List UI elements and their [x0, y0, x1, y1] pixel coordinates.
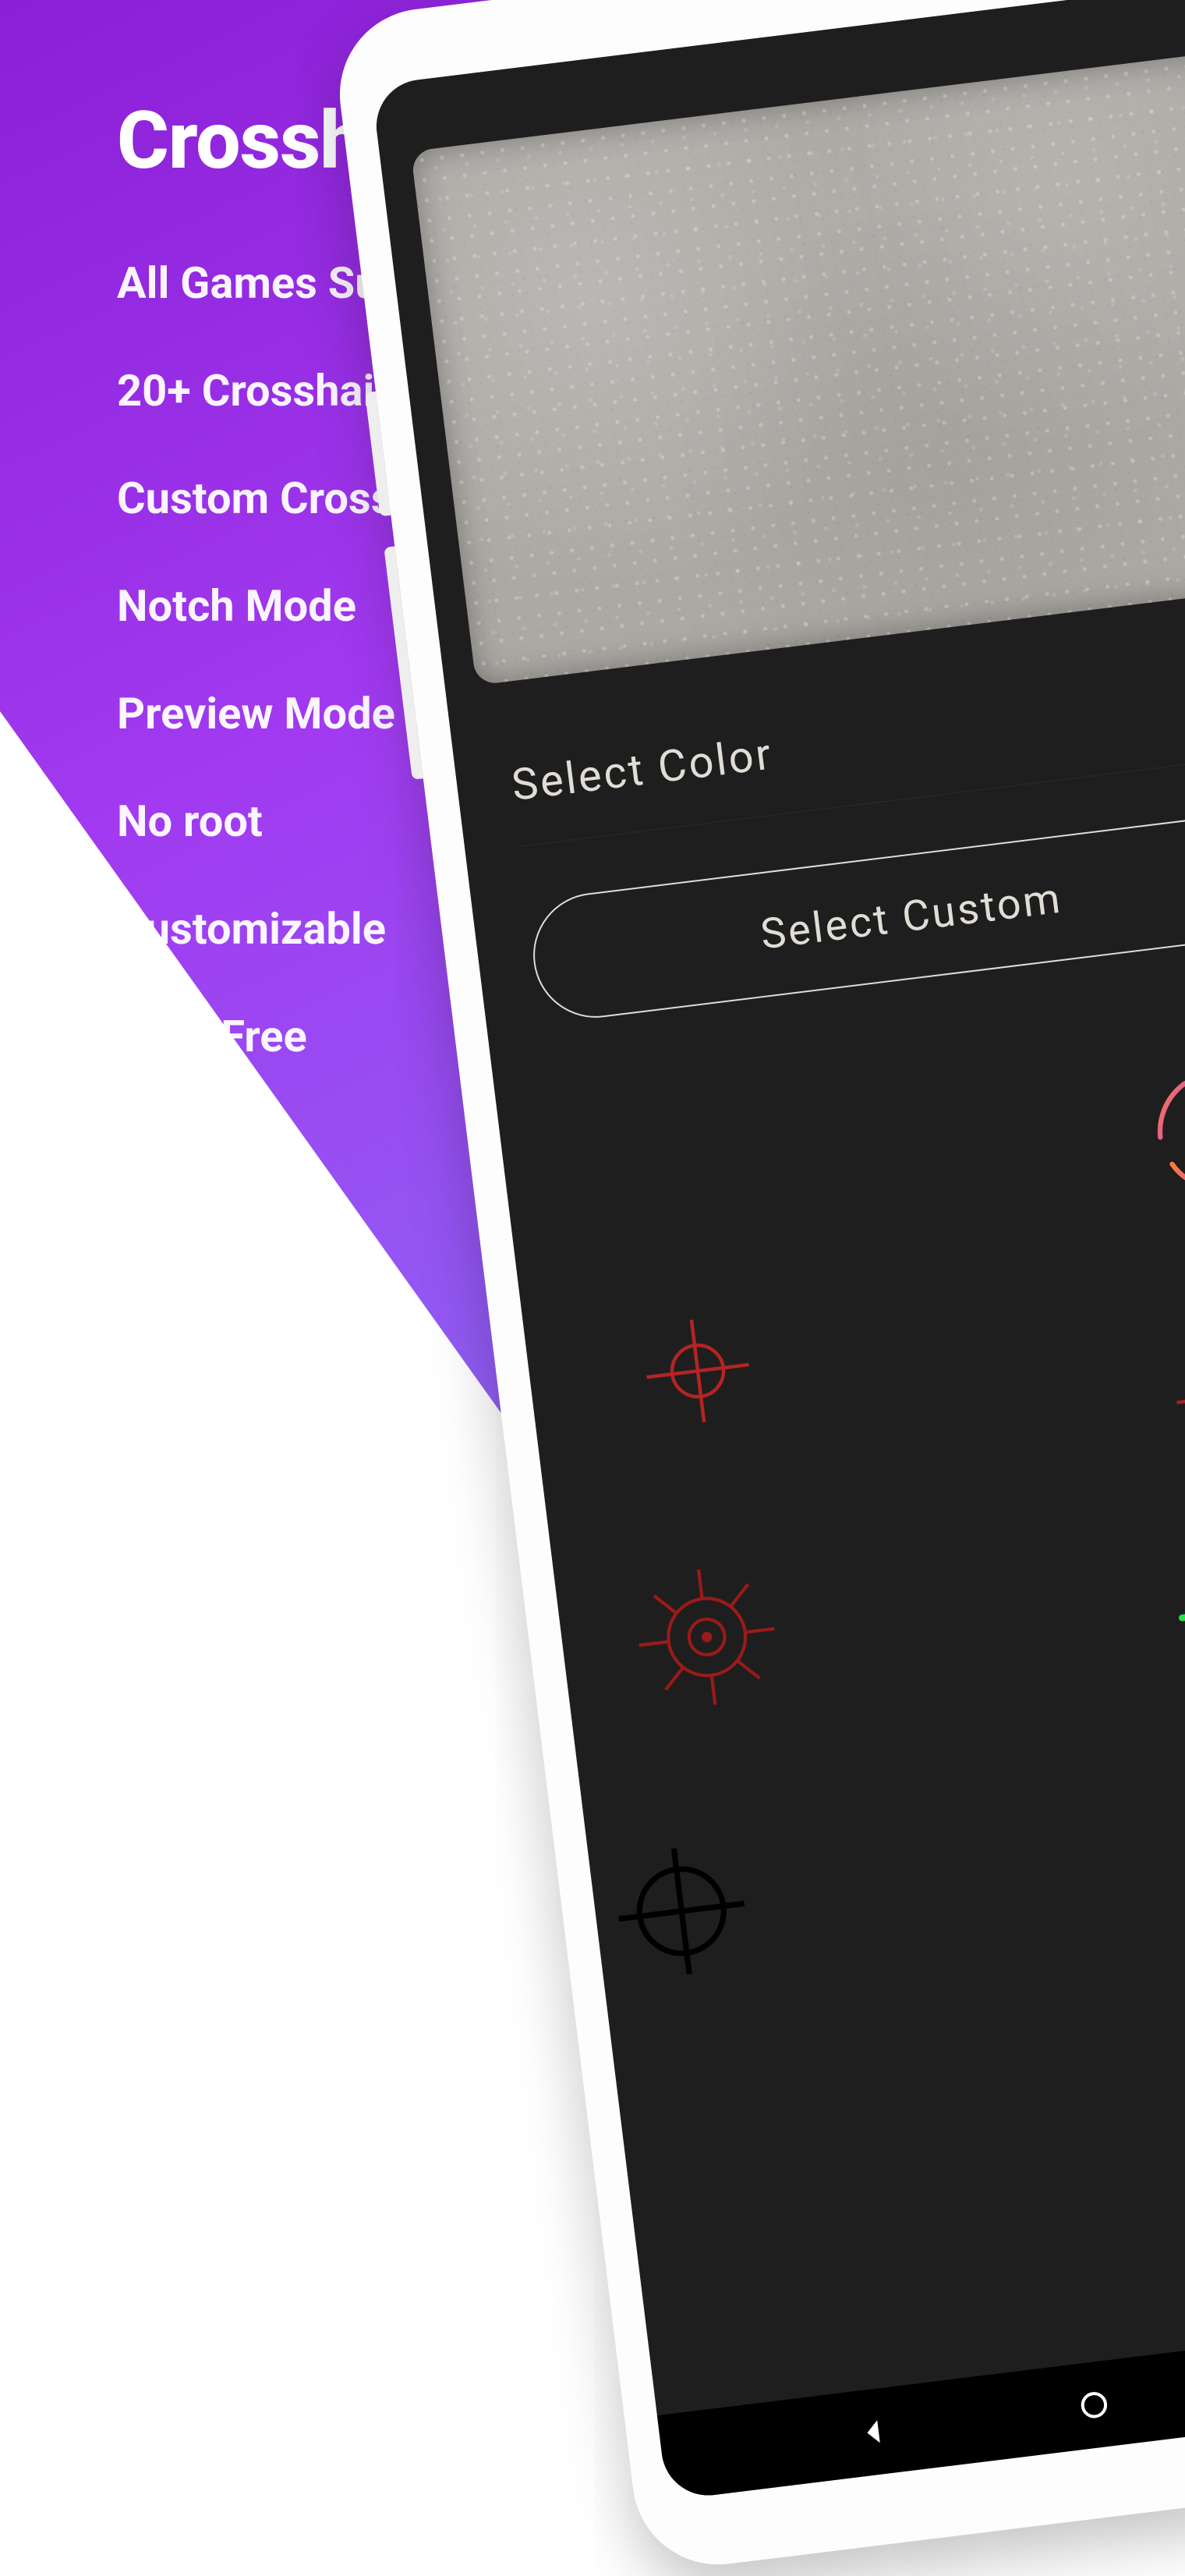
- crosshair-starburst-icon: [624, 1554, 790, 1720]
- section-label-select-color: Select Color: [509, 668, 1185, 811]
- nav-home-icon[interactable]: [1075, 2386, 1113, 2424]
- crosshair-option-6[interactable]: [603, 1833, 760, 1990]
- crosshair-option-3[interactable]: [1164, 1306, 1185, 1480]
- crosshair-scope-icon: [1164, 1306, 1185, 1480]
- crosshair-preview-area[interactable]: [411, 53, 1185, 686]
- crosshair-circle-cross-icon: [603, 1833, 760, 1990]
- crosshair-option-5[interactable]: [1161, 1537, 1185, 1685]
- crosshair-option-2[interactable]: [632, 1306, 762, 1436]
- crosshair-option-1[interactable]: [1141, 1052, 1185, 1209]
- nav-back-icon[interactable]: [855, 2413, 893, 2451]
- crosshair-simple-cross-icon: [632, 1306, 762, 1436]
- crosshair-plus-icon: [1161, 1537, 1185, 1685]
- crosshair-option-4[interactable]: [624, 1554, 790, 1720]
- select-custom-button-label: Select Custom: [758, 873, 1065, 959]
- crosshair-grid: [553, 1025, 1185, 2046]
- color-section-card: Select Color Select Custom: [480, 618, 1185, 2380]
- select-custom-button[interactable]: Select Custom: [526, 808, 1185, 1025]
- crosshair-segmented-circle-icon: [1141, 1052, 1185, 1209]
